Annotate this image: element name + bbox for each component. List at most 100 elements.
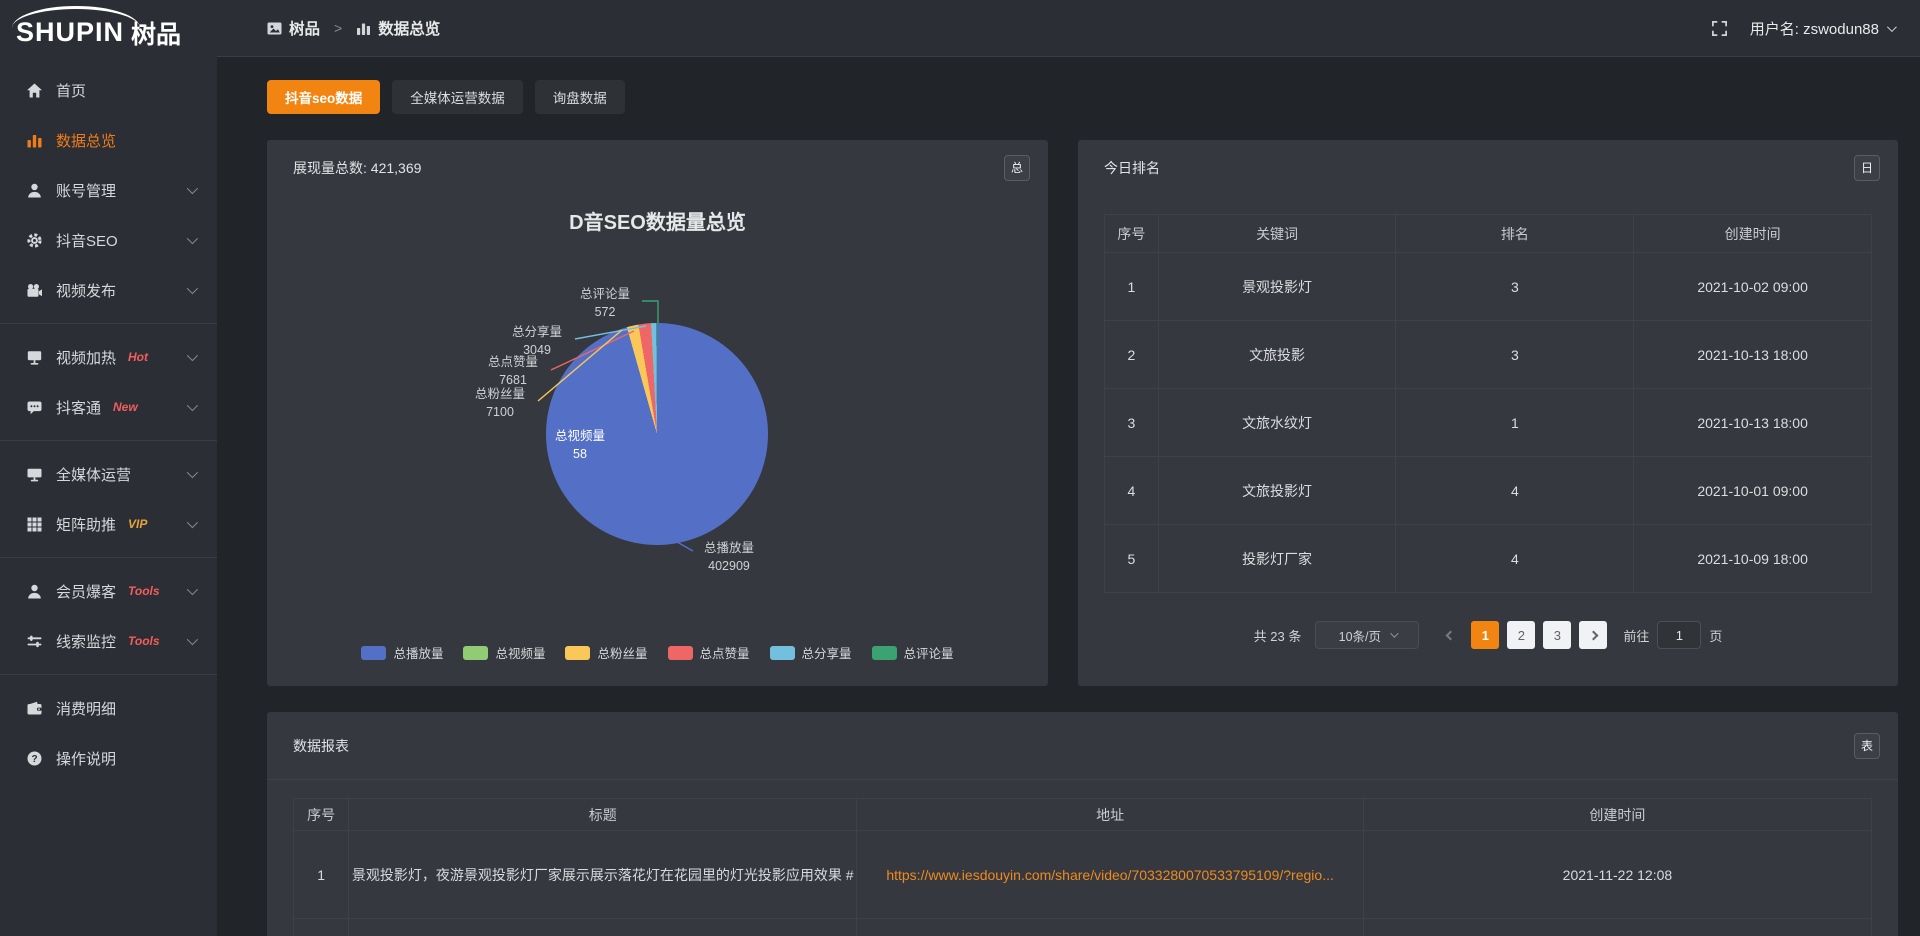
goto-suffix: 页 [1709,626,1722,645]
pie-label-videos: 总视频量 58 [545,428,615,463]
breadcrumb-root[interactable]: 树品 [289,17,320,39]
col-index: 序号 [1105,215,1159,253]
sidebar-item-label: 矩阵助推 [56,514,116,535]
goto-label: 前往 [1623,626,1649,645]
table-row: 3文旅水纹灯12021-10-13 18:00 [1105,389,1872,457]
pie-legend: 总播放量 总视频量 总粉丝量 总点赞量 总分享量 总评论量 [267,643,1048,662]
impressions-total: 展现量总数: 421,369 [293,158,421,178]
legend-item[interactable]: 总点赞量 [668,643,750,662]
sidebar-item-label: 消费明细 [56,698,116,719]
legend-swatch [668,646,693,660]
col-created: 创建时间 [1363,799,1871,831]
pie-label-plays: 总播放量 402909 [687,540,771,575]
member-icon [26,583,43,600]
tab-inquiry-data[interactable]: 询盘数据 [535,80,625,114]
sidebar-item-badge: Tools [128,584,160,598]
legend-swatch [872,646,897,660]
breadcrumb-current: 数据总览 [378,17,440,39]
chevron-down-icon [187,283,198,294]
daily-view-button[interactable]: 日 [1854,155,1880,181]
page-size-value: 10条/页 [1339,626,1381,645]
chevron-down-icon [1887,22,1897,32]
table-header-row: 序号 标题 地址 创建时间 [294,799,1872,831]
screen-icon [26,349,43,366]
breadcrumb: 树品 > 数据总览 [267,17,440,39]
ranking-panel: 今日排名 日 序号 关键词 排名 创建时间 1景观投影灯32021-10-02 … [1078,140,1898,686]
sidebar-item-label: 抖音SEO [56,230,118,251]
prev-page-button[interactable] [1437,621,1463,649]
sidebar-divider [0,557,217,558]
sidebar-item-label: 数据总览 [56,130,116,151]
legend-item[interactable]: 总评论量 [872,643,954,662]
sidebar-item-matrix-boost[interactable]: 矩阵助推 VIP [0,499,217,549]
chevron-down-icon [187,350,198,361]
total-view-button[interactable]: 总 [1004,155,1030,181]
wallet-icon [26,700,43,717]
data-tabs: 抖音seo数据 全媒体运营数据 询盘数据 [267,80,637,114]
sidebar-item-doukertong[interactable]: 抖客通 New [0,382,217,432]
table-view-button[interactable]: 表 [1854,733,1880,759]
video-camera-icon [26,282,43,299]
sliders-icon [26,633,43,650]
page-size-select[interactable]: 10条/页 [1315,621,1419,649]
legend-item[interactable]: 总分享量 [770,643,852,662]
sidebar-item-badge: New [113,400,138,414]
sidebar-item-media-ops[interactable]: 全媒体运营 [0,449,217,499]
sidebar-item-video-publish[interactable]: 视频发布 [0,265,217,315]
page-button-1[interactable]: 1 [1471,621,1499,649]
sidebar-item-account[interactable]: 账号管理 [0,165,217,215]
sidebar-item-home[interactable]: 首页 [0,65,217,115]
pagination-total: 共 23 条 [1254,626,1302,645]
sidebar-item-consumption[interactable]: 消费明细 [0,683,217,733]
legend-item[interactable]: 总播放量 [361,643,443,662]
help-icon: ? [26,750,43,767]
logo-arc [12,6,140,28]
sidebar-item-label: 全媒体运营 [56,464,131,485]
sidebar-item-help[interactable]: ? 操作说明 [0,733,217,783]
user-menu[interactable]: 用户名: zswodun88 [1750,18,1894,39]
bar-chart-icon [26,132,43,149]
grid-icon [26,516,43,533]
next-page-button[interactable] [1579,621,1607,649]
overview-panel-header: 展现量总数: 421,369 总 [267,140,1048,196]
legend-item[interactable]: 总视频量 [463,643,545,662]
table-row: 2文旅投影32021-10-13 18:00 [1105,321,1872,389]
pie-label-fans: 总粉丝量 7100 [465,386,535,421]
col-rank: 排名 [1396,215,1634,253]
page-button-2[interactable]: 2 [1507,621,1535,649]
legend-swatch [463,646,488,660]
sidebar-item-data-overview[interactable]: 数据总览 [0,115,217,165]
logo[interactable]: SHUPIN 树品 [0,0,217,57]
sidebar-item-douyin-seo[interactable]: 抖音SEO [0,215,217,265]
sidebar-item-video-heat[interactable]: 视频加热 Hot [0,332,217,382]
video-link[interactable]: https://www.iesdouyin.com/share/video/70… [886,867,1334,883]
sidebar-item-label: 会员爆客 [56,581,116,602]
report-title: 数据报表 [293,736,349,756]
tab-douyin-seo-data[interactable]: 抖音seo数据 [267,80,380,114]
col-created: 创建时间 [1634,215,1872,253]
svg-text:?: ? [31,754,37,765]
overview-panel: 展现量总数: 421,369 总 D音SEO数据量总览 总评论量 572 总分享… [267,140,1048,686]
chevron-left-icon [1445,630,1455,640]
sidebar-menu: 首页 数据总览 账号管理 抖音SEO 视频发布 [0,57,217,783]
sidebar-item-member-booster[interactable]: 会员爆客 Tools [0,566,217,616]
legend-item[interactable]: 总粉丝量 [565,643,647,662]
col-title: 标题 [349,799,857,831]
gear-icon [26,232,43,249]
ranking-title: 今日排名 [1104,158,1160,178]
table-row: 1景观投影灯32021-10-02 09:00 [1105,253,1872,321]
sidebar-item-label: 视频发布 [56,280,116,301]
chevron-right-icon [1588,630,1598,640]
goto-page-input[interactable] [1657,621,1701,649]
sidebar-item-badge: Hot [128,350,148,364]
sidebar-divider [0,440,217,441]
table-header-row: 序号 关键词 排名 创建时间 [1105,215,1872,253]
picture-icon [267,21,282,36]
logo-text-zh: 树品 [131,15,181,51]
fullscreen-icon[interactable] [1711,20,1728,37]
sidebar-item-leads-monitor[interactable]: 线索监控 Tools [0,616,217,666]
tab-media-ops-data[interactable]: 全媒体运营数据 [392,80,523,114]
page-button-3[interactable]: 3 [1543,621,1571,649]
col-url: 地址 [857,799,1364,831]
table-row: 5投影灯厂家42021-10-09 18:00 [1105,525,1872,593]
